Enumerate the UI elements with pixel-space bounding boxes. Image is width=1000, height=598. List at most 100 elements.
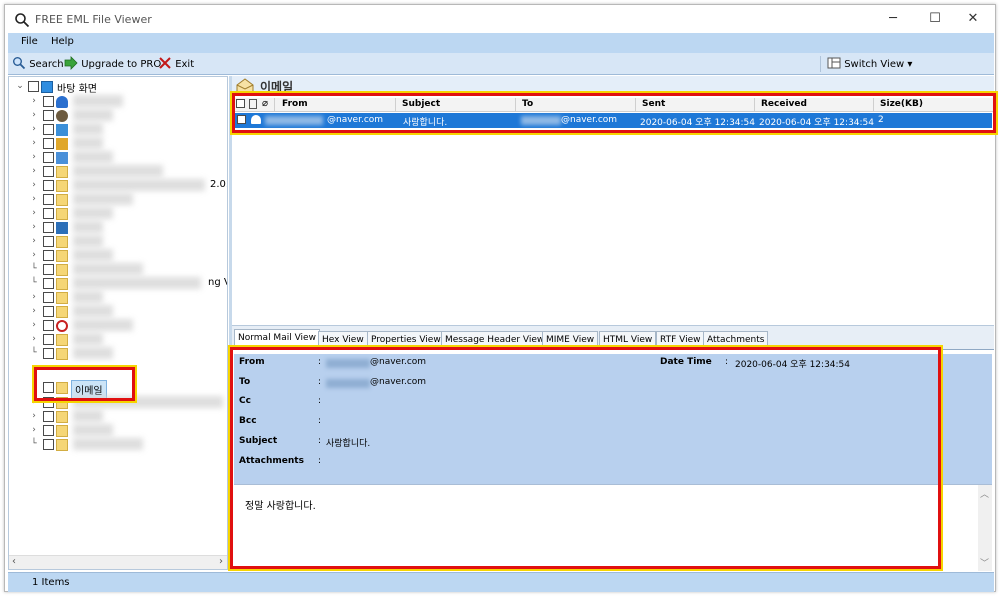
chevron-right-icon[interactable]: › [29,193,39,205]
tree-checkbox[interactable] [43,138,54,149]
tree-item[interactable]: › [9,291,227,305]
redacted-label [73,137,103,149]
chevron-right-icon[interactable]: › [29,305,39,317]
menu-bar: File Help [8,33,994,53]
tree-item[interactable]: › [9,165,227,179]
chevron-right-icon[interactable]: › [29,410,39,422]
window-title: FREE EML File Viewer [35,13,152,26]
tree-checkbox[interactable] [43,124,54,135]
chevron-right-icon[interactable]: › [29,424,39,436]
tree-item[interactable]: › [9,249,227,263]
tree-checkbox[interactable] [43,166,54,177]
close-button[interactable]: ✕ [955,8,991,30]
folder-icon [56,334,68,346]
tree-checkbox[interactable] [43,96,54,107]
highlight-message-row [230,91,998,135]
tree-checkbox[interactable] [43,292,54,303]
tree-root[interactable]: ⌄ 바탕 화면 [9,80,227,95]
folder-icon [56,236,68,248]
tree-checkbox[interactable] [28,81,39,92]
tree-item[interactable]: › [9,193,227,207]
exit-button[interactable]: Exit [158,56,194,72]
scroll-down-icon[interactable]: ﹀ [980,556,989,569]
tree-item[interactable]: › [9,333,227,347]
title-bar: FREE EML File Viewer ─ ☐ ✕ [5,5,995,33]
menu-help[interactable]: Help [51,36,74,47]
redacted-label [73,410,103,422]
chevron-right-icon[interactable]: › [29,235,39,247]
scroll-left-icon[interactable]: ‹ [12,556,16,567]
tree-checkbox[interactable] [43,222,54,233]
tree-item[interactable]: └ [9,347,227,361]
tree-checkbox[interactable] [43,411,54,422]
chevron-right-icon[interactable]: › [29,109,39,121]
chevron-right-icon[interactable]: › [29,291,39,303]
folder-icon [56,425,68,437]
magnifier-icon [15,13,30,28]
chevron-right-icon[interactable]: › [29,165,39,177]
chevron-right-icon[interactable]: › [29,95,39,107]
tree-item[interactable]: › [9,319,227,333]
chevron-right-icon[interactable]: › [29,221,39,233]
tree-item[interactable]: › [9,95,227,109]
chevron-right-icon[interactable]: › [29,207,39,219]
tree-checkbox[interactable] [43,194,54,205]
tree-item[interactable]: › 2.0. [9,179,227,193]
tree-checkbox[interactable] [43,348,54,359]
tree-checkbox[interactable] [43,250,54,261]
tree-checkbox[interactable] [43,334,54,345]
tree-item[interactable]: › [9,410,227,424]
tree-checkbox[interactable] [43,180,54,191]
body-vertical-scrollbar[interactable]: ︿ ﹀ [978,485,992,571]
tree-checkbox[interactable] [43,208,54,219]
tree-item[interactable]: › [9,235,227,249]
redacted-label [73,305,113,317]
scroll-right-icon[interactable]: › [219,556,223,567]
tree-checkbox[interactable] [43,320,54,331]
redacted-label [73,277,201,289]
tree-checkbox[interactable] [43,152,54,163]
tree-item[interactable]: › [9,305,227,319]
tree-horizontal-scrollbar[interactable]: ‹ › [9,555,227,569]
chevron-right-icon[interactable]: › [29,179,39,191]
exit-button-label: Exit [175,59,195,70]
tree-checkbox[interactable] [43,236,54,247]
tree-item[interactable]: └ [9,438,227,452]
settings-icon [56,222,68,234]
tree-item[interactable]: › [9,109,227,123]
tree-checkbox[interactable] [43,306,54,317]
chevron-right-icon[interactable]: › [29,249,39,261]
tree-checkbox[interactable] [43,278,54,289]
tree-item[interactable]: └ [9,263,227,277]
tree-item[interactable]: └ ng V [9,277,227,291]
tree-item[interactable]: › [9,207,227,221]
maximize-button[interactable]: ☐ [917,8,953,30]
redacted-label [73,249,113,261]
tree-checkbox[interactable] [43,110,54,121]
scroll-up-icon[interactable]: ︿ [980,487,989,500]
tree-item[interactable]: › [9,151,227,165]
tree-item[interactable]: › [9,424,227,438]
switch-view-button[interactable]: Switch View ▾ [820,56,992,72]
tree-checkbox[interactable] [43,264,54,275]
tree-checkbox[interactable] [43,425,54,436]
tree-item[interactable]: › [9,137,227,151]
opera-icon [56,320,68,332]
tree-checkbox[interactable] [43,439,54,450]
tree-item[interactable]: › [9,221,227,235]
chevron-down-icon[interactable]: ⌄ [15,80,25,92]
tree-line: └ [31,348,37,358]
chevron-right-icon[interactable]: › [29,137,39,149]
folder-icon [56,348,68,360]
menu-file[interactable]: File [21,36,38,47]
search-button[interactable]: Search [12,56,64,72]
upgrade-button[interactable]: Upgrade to PRO [64,56,161,72]
minimize-button[interactable]: ─ [875,8,911,30]
chevron-right-icon[interactable]: › [29,319,39,331]
folder-icon [56,194,68,206]
chevron-right-icon[interactable]: › [29,123,39,135]
chevron-right-icon[interactable]: › [29,333,39,345]
folder-icon [56,166,68,178]
tree-item[interactable]: › [9,123,227,137]
chevron-right-icon[interactable]: › [29,151,39,163]
